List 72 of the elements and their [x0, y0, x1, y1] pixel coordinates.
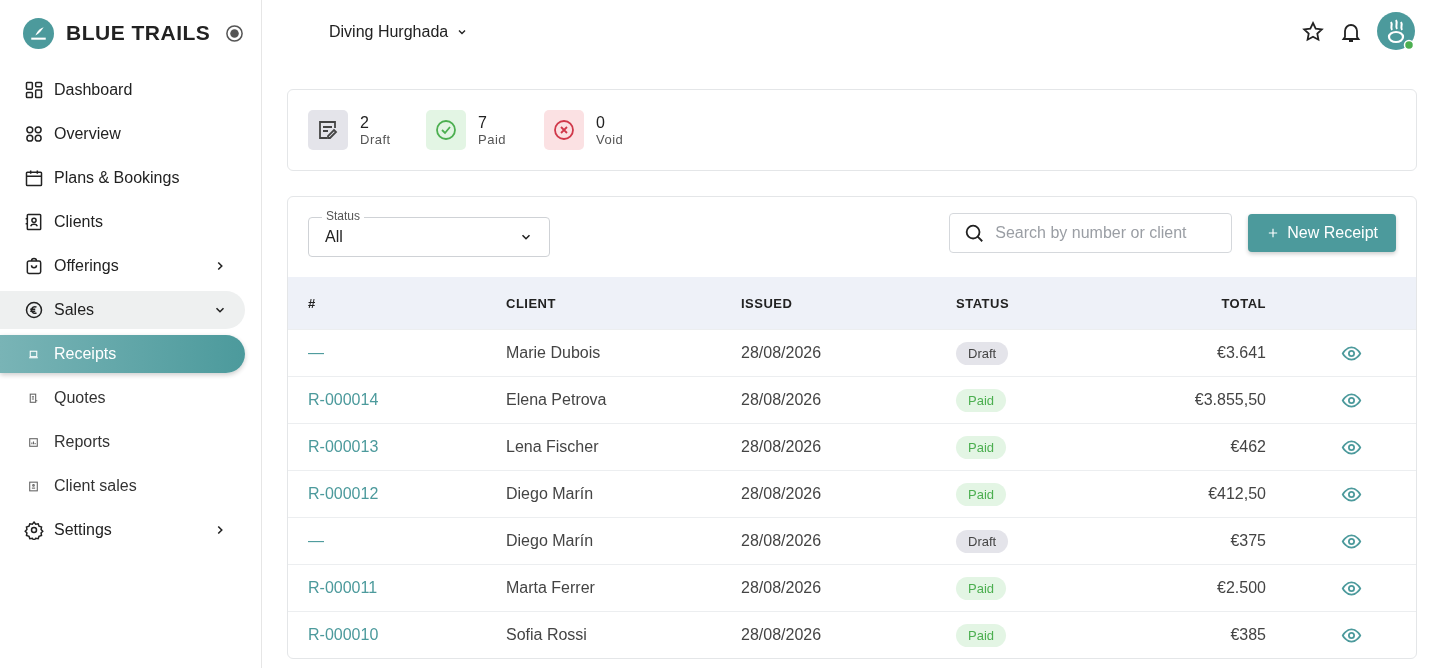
- empty-number-dash: —: [308, 344, 324, 361]
- status-badge: Paid: [956, 576, 1007, 600]
- client-name: Elena Petrova: [506, 391, 607, 408]
- nav-item[interactable]: Plans & Bookings: [0, 159, 245, 197]
- issued-date: 28/08/2026: [741, 391, 822, 408]
- total-amount: €375: [1230, 532, 1266, 549]
- circles-icon: [24, 124, 44, 144]
- status-badge: Paid: [956, 435, 1007, 459]
- calendar-icon: [24, 168, 44, 188]
- issued-date: 28/08/2026: [741, 438, 822, 455]
- search-field[interactable]: Search by number or client: [949, 213, 1233, 253]
- nav-subitem[interactable]: Quotes: [0, 379, 245, 417]
- workspace-dropdown[interactable]: Diving Hurghada: [329, 23, 469, 41]
- issued-date: 28/08/2026: [741, 485, 822, 502]
- column-header: ISSUED: [721, 277, 936, 330]
- total-amount: €3.641: [1217, 344, 1266, 361]
- status-badge: Draft: [956, 341, 1009, 365]
- stat-count: 2: [360, 113, 370, 132]
- grid-icon: [24, 80, 44, 100]
- contact-book-icon: [24, 212, 44, 232]
- issued-date: 28/08/2026: [741, 344, 822, 361]
- chart-icon: [27, 435, 40, 449]
- check-circle-icon: [434, 118, 458, 142]
- status-badge: Draft: [956, 529, 1009, 553]
- client-name: Diego Marín: [506, 532, 594, 549]
- total-amount: €385: [1230, 626, 1266, 643]
- bag-icon: [24, 256, 44, 276]
- nav-item[interactable]: Sales: [0, 291, 245, 329]
- stat-count: 7: [478, 113, 488, 132]
- status-badge: Paid: [956, 388, 1007, 412]
- client-name: Marie Dubois: [506, 344, 601, 361]
- status-badge: Paid: [956, 482, 1007, 506]
- star-icon[interactable]: [1301, 20, 1325, 44]
- avatar-icon[interactable]: [1377, 12, 1417, 52]
- nav-item[interactable]: Offerings: [0, 247, 245, 285]
- column-header: CLIENT: [486, 277, 721, 330]
- sidebar-toggle-icon[interactable]: [225, 23, 244, 43]
- settings-icon: [24, 520, 44, 540]
- x-circle-icon: [552, 118, 576, 142]
- nav-subitem[interactable]: Reports: [0, 423, 245, 461]
- issued-date: 28/08/2026: [741, 532, 822, 549]
- stat-label: Paid: [478, 131, 508, 147]
- edit-document-icon: [316, 118, 340, 142]
- column-header: #: [288, 277, 486, 330]
- euro-icon: [24, 300, 44, 320]
- total-amount: €412,50: [1208, 485, 1266, 502]
- client-name: Marta Ferrer: [506, 579, 595, 596]
- document-icon: [27, 391, 40, 405]
- stat-label: Void: [596, 131, 625, 147]
- stat-count: 0: [596, 113, 606, 132]
- issued-date: 28/08/2026: [741, 626, 822, 643]
- stat-label: Draft: [360, 131, 392, 147]
- brand-name: BLUE TRAILS: [66, 21, 211, 45]
- nav-item[interactable]: Clients: [0, 203, 245, 241]
- nav-item[interactable]: Settings: [0, 511, 245, 549]
- plus-icon: [1268, 228, 1279, 238]
- issued-date: 28/08/2026: [741, 579, 822, 596]
- nav-item[interactable]: Overview: [0, 115, 245, 153]
- logo-icon: [23, 17, 54, 49]
- status-badge: Paid: [956, 623, 1007, 647]
- nav-subitem[interactable]: Client sales: [0, 467, 245, 505]
- empty-number-dash: —: [308, 532, 324, 549]
- nav-item[interactable]: Dashboard: [0, 71, 245, 109]
- document-icon: [27, 479, 40, 493]
- column-header: TOTAL: [1095, 277, 1286, 330]
- client-name: Diego Marín: [506, 485, 594, 502]
- column-header: STATUS: [936, 277, 1096, 330]
- total-amount: €2.500: [1217, 579, 1266, 596]
- total-amount: €3.855,50: [1194, 391, 1266, 408]
- client-name: Lena Fischer: [506, 438, 599, 455]
- client-name: Sofia Rossi: [506, 626, 587, 643]
- total-amount: €462: [1230, 438, 1266, 455]
